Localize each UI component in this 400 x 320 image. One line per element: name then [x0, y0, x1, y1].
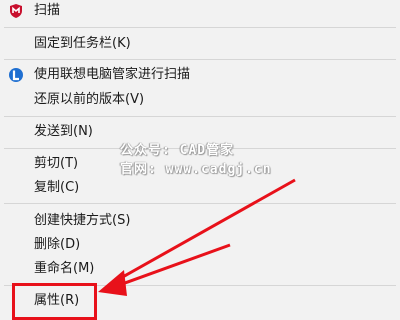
arrow-head: [98, 270, 127, 296]
annotation-arrows: [98, 178, 296, 296]
arrow-line-upper: [111, 178, 296, 285]
